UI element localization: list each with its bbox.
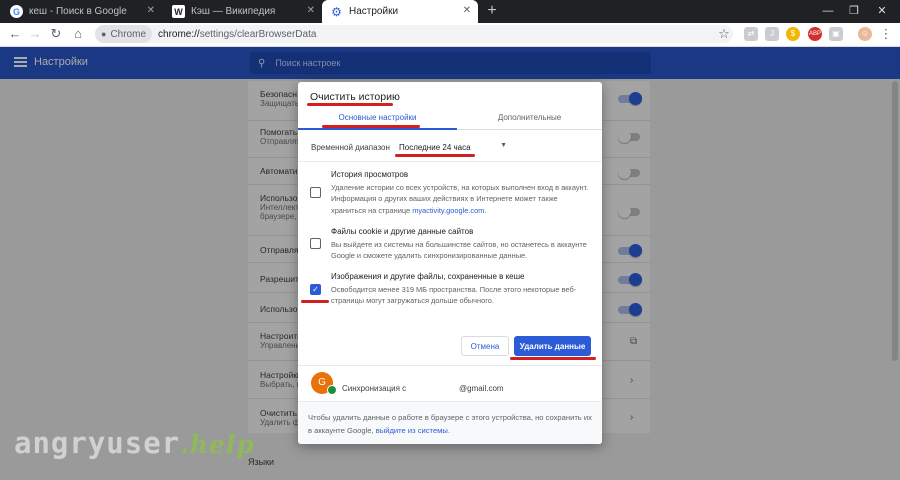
cached-images-option: Изображения и другие файлы, сохраненные … bbox=[331, 271, 589, 307]
active-tab-indicator bbox=[298, 128, 457, 130]
option-title: Файлы cookie и другие данные сайтов bbox=[331, 227, 474, 236]
tab-wikipedia[interactable]: W Кэш — Википедия ✕ bbox=[164, 0, 322, 23]
forward-icon[interactable]: → bbox=[26, 25, 44, 43]
avatar-icon[interactable]: ☺ bbox=[858, 27, 872, 41]
minimize-button[interactable]: — bbox=[818, 2, 838, 20]
option-description: Освободится менее 319 МБ пространства. П… bbox=[331, 284, 577, 306]
tab-basic-settings[interactable]: Основные настройки bbox=[298, 113, 457, 122]
dialog-title: Очистить историю bbox=[310, 91, 400, 103]
star-icon[interactable]: ☆ bbox=[715, 25, 733, 43]
site-chip[interactable]: ● Chrome bbox=[95, 25, 153, 43]
dropdown-caret-icon: ▼ bbox=[500, 142, 507, 149]
browsing-history-checkbox[interactable] bbox=[310, 187, 321, 198]
extension-icon[interactable]: $ bbox=[786, 27, 800, 41]
divider bbox=[298, 161, 602, 162]
extension-icon[interactable]: ▣ bbox=[829, 27, 843, 41]
maximize-button[interactable]: ❐ bbox=[844, 2, 864, 20]
time-range-label: Временной диапазон bbox=[311, 143, 390, 152]
cookies-option: Файлы cookie и другие данные сайтов Вы в… bbox=[331, 226, 589, 262]
angryuser-watermark: angryuser.help bbox=[14, 426, 255, 460]
red-marker-underline bbox=[322, 125, 420, 128]
sync-label: Синхронизация с bbox=[342, 384, 407, 393]
footer-text: Чтобы удалить данные о работе в браузере… bbox=[308, 411, 596, 437]
option-title: Изображения и другие файлы, сохраненные … bbox=[331, 272, 525, 281]
extension-icon[interactable]: ⇄ bbox=[744, 27, 758, 41]
account-email: @gmail.com bbox=[459, 384, 504, 393]
chip-label: Chrome bbox=[110, 28, 147, 40]
red-marker-underline bbox=[510, 357, 596, 360]
close-icon[interactable]: ✕ bbox=[307, 5, 315, 16]
reload-icon[interactable]: ↻ bbox=[47, 25, 65, 43]
new-tab-button[interactable]: + bbox=[483, 2, 501, 20]
cached-images-checkbox[interactable]: ✓ bbox=[310, 284, 321, 295]
wikipedia-icon: W bbox=[172, 5, 185, 18]
cancel-button[interactable]: Отмена bbox=[461, 336, 509, 356]
red-marker-underline bbox=[301, 300, 329, 303]
chrome-icon: ● bbox=[101, 29, 107, 39]
myactivity-link[interactable]: myactivity.google.com bbox=[412, 206, 484, 215]
tab-settings[interactable]: ⚙ Настройки ✕ bbox=[322, 0, 478, 23]
tab-title: кеш - Поиск в Google bbox=[29, 6, 127, 17]
footer-tail: . bbox=[447, 426, 450, 435]
option-tail: . bbox=[484, 205, 487, 215]
red-marker-underline bbox=[395, 154, 475, 157]
menu-icon[interactable]: ⋮ bbox=[877, 25, 895, 43]
cookies-checkbox[interactable] bbox=[310, 238, 321, 249]
tab-title: Кэш — Википедия bbox=[191, 6, 276, 17]
close-icon[interactable]: ✕ bbox=[463, 5, 471, 16]
watermark-main: angryuser bbox=[14, 426, 181, 460]
close-window-button[interactable]: ✕ bbox=[872, 2, 892, 20]
time-range-select[interactable]: Последние 24 часа ▼ bbox=[395, 139, 513, 155]
url-path: settings/clearBrowserData bbox=[199, 28, 317, 40]
time-range-value: Последние 24 часа bbox=[399, 142, 471, 152]
checkmark-icon: ✓ bbox=[312, 285, 319, 294]
option-description: Вы выйдете из системы на большинстве сай… bbox=[331, 239, 587, 261]
url-host: chrome:// bbox=[158, 28, 200, 40]
google-icon: G bbox=[10, 5, 23, 18]
red-marker-underline bbox=[307, 103, 393, 106]
delete-data-button[interactable]: Удалить данные bbox=[514, 336, 591, 356]
watermark-help: .help bbox=[180, 430, 255, 459]
tab-title: Настройки bbox=[349, 6, 399, 17]
tab-google-search[interactable]: G кеш - Поиск в Google ✕ bbox=[2, 0, 162, 23]
sync-badge-icon bbox=[327, 385, 337, 395]
gear-icon: ⚙ bbox=[331, 4, 342, 19]
url-text: chrome://settings/clearBrowserData bbox=[158, 29, 316, 40]
extension-icon[interactable]: J bbox=[765, 27, 779, 41]
address-bar[interactable]: ● Chrome chrome://settings/clearBrowserD… bbox=[95, 25, 733, 43]
divider bbox=[298, 365, 602, 366]
sign-out-link[interactable]: выйдите из системы bbox=[376, 426, 448, 435]
back-icon[interactable]: ← bbox=[6, 25, 24, 43]
adblock-icon[interactable]: ABP bbox=[808, 27, 822, 41]
tab-advanced-settings[interactable]: Дополнительные bbox=[457, 113, 602, 122]
option-title: История просмотров bbox=[331, 170, 409, 179]
close-icon[interactable]: ✕ bbox=[147, 5, 155, 16]
browsing-history-option: История просмотров Удаление истории со в… bbox=[331, 169, 589, 216]
home-icon[interactable]: ⌂ bbox=[69, 25, 87, 43]
